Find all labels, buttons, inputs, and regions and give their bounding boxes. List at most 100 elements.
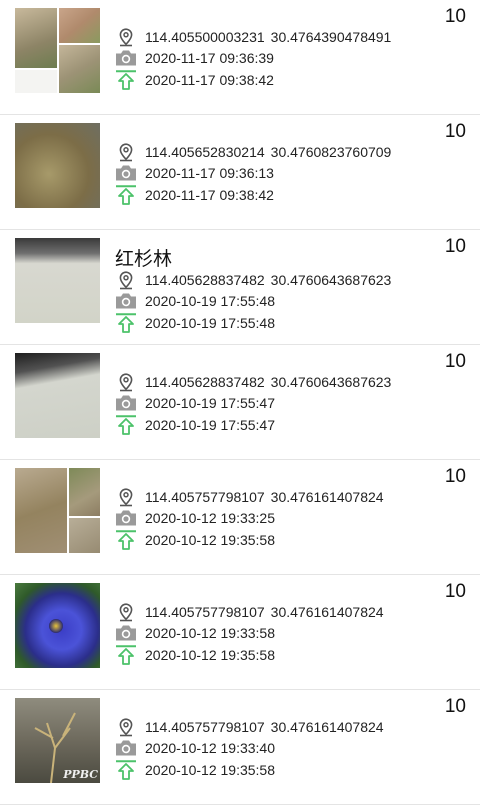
uploaded-time-line: 2020-11-17 09:38:42 [115,70,274,90]
captured-time-line: 2020-11-17 09:36:13 [115,163,274,183]
uploaded-time: 2020-11-17 09:38:42 [145,187,274,203]
captured-time-line: 2020-10-12 19:33:25 [115,508,275,528]
latitude-value: 30.476161407824 [270,719,384,735]
upload-arrow-icon [115,645,137,665]
record-count: 10 [444,121,466,142]
latitude-value: 30.476161407824 [270,489,384,505]
location-line: 114.405757798107 30.476161407824 [115,602,384,622]
record-count: 10 [444,236,466,257]
camera-icon [115,738,137,758]
collage-image [15,468,67,553]
record-thumbnail[interactable] [15,238,100,323]
location-pin-icon [115,717,137,737]
location-line: 114.405757798107 30.476161407824 [115,717,384,737]
watermark-text: PPBC [63,768,98,781]
uploaded-time-line: 2020-10-19 17:55:47 [115,415,275,435]
collage-image [59,45,100,93]
record-thumbnail[interactable] [15,8,100,93]
record-item[interactable]: 10 114.405652830214 30.4760823760709 202… [0,115,480,230]
location-pin-icon [115,487,137,507]
location-pin-icon [115,372,137,392]
captured-time: 2020-10-19 17:55:48 [145,293,275,309]
upload-arrow-icon [115,760,137,780]
captured-time-line: 2020-11-17 09:36:39 [115,48,274,68]
captured-time-line: 2020-10-19 17:55:47 [115,393,275,413]
record-count: 10 [444,351,466,372]
camera-icon [115,291,137,311]
location-pin-icon [115,602,137,622]
uploaded-time: 2020-10-19 17:55:48 [145,315,275,331]
record-thumbnail[interactable] [15,468,100,553]
upload-arrow-icon [115,530,137,550]
captured-time: 2020-11-17 09:36:13 [145,165,274,181]
captured-time: 2020-10-19 17:55:47 [145,395,275,411]
latitude-value: 30.4760643687623 [270,272,392,288]
record-item[interactable]: 10 114.405628837482 30.4760643687623 202… [0,345,480,460]
captured-time: 2020-10-12 19:33:25 [145,510,275,526]
location-line: 114.405628837482 30.4760643687623 [115,372,391,392]
upload-arrow-icon [115,313,137,333]
record-thumbnail[interactable]: PPBC [15,698,100,783]
location-pin-icon [115,142,137,162]
collage-image [69,468,100,516]
captured-time: 2020-10-12 19:33:58 [145,625,275,641]
record-title: 红杉林 [115,249,173,270]
location-pin-icon [115,270,137,290]
uploaded-time: 2020-11-17 09:38:42 [145,72,274,88]
uploaded-time-line: 2020-10-19 17:55:48 [115,313,275,333]
camera-icon [115,623,137,643]
latitude-value: 30.4764390478491 [270,29,392,45]
upload-arrow-icon [115,415,137,435]
camera-icon [115,48,137,68]
longitude-value: 114.405757798107 [145,604,265,620]
uploaded-time: 2020-10-12 19:35:58 [145,762,275,778]
upload-arrow-icon [115,70,137,90]
location-line: 114.405757798107 30.476161407824 [115,487,384,507]
record-count: 10 [444,696,466,717]
uploaded-time: 2020-10-19 17:55:47 [145,417,275,433]
record-thumbnail[interactable] [15,583,100,668]
longitude-value: 114.405757798107 [145,489,265,505]
record-count: 10 [444,6,466,27]
captured-time-line: 2020-10-12 19:33:40 [115,738,275,758]
record-item[interactable]: 10 红杉林 114.405628837482 30.4760643687623 [0,230,480,345]
latitude-value: 30.4760643687623 [270,374,392,390]
collage-image [69,518,100,553]
record-list: 10 114.405500003231 30.4764390478491 202… [0,0,480,805]
longitude-value: 114.405500003231 [145,29,265,45]
collage-image [59,8,100,43]
camera-icon [115,163,137,183]
uploaded-time: 2020-10-12 19:35:58 [145,532,275,548]
record-thumbnail[interactable] [15,123,100,208]
captured-time: 2020-11-17 09:36:39 [145,50,274,66]
longitude-value: 114.405757798107 [145,719,265,735]
collage-image [15,8,57,68]
longitude-value: 114.405652830214 [145,144,265,160]
uploaded-time-line: 2020-10-12 19:35:58 [115,645,275,665]
record-item[interactable]: PPBC 10 114.405757798107 30.476161407824 [0,690,480,805]
longitude-value: 114.405628837482 [145,374,265,390]
camera-icon [115,508,137,528]
uploaded-time-line: 2020-11-17 09:38:42 [115,185,274,205]
record-count: 10 [444,466,466,487]
camera-icon [115,393,137,413]
location-line: 114.405628837482 30.4760643687623 [115,270,391,290]
record-count: 10 [444,581,466,602]
record-item[interactable]: 10 114.405757798107 30.476161407824 2020… [0,460,480,575]
record-item[interactable]: 10 114.405500003231 30.4764390478491 202… [0,0,480,115]
uploaded-time: 2020-10-12 19:35:58 [145,647,275,663]
upload-arrow-icon [115,185,137,205]
uploaded-time-line: 2020-10-12 19:35:58 [115,760,275,780]
captured-time-line: 2020-10-19 17:55:48 [115,291,275,311]
location-pin-icon [115,27,137,47]
latitude-value: 30.476161407824 [270,604,384,620]
location-line: 114.405500003231 30.4764390478491 [115,27,391,47]
record-item[interactable]: 10 114.405757798107 30.476161407824 2020… [0,575,480,690]
record-thumbnail[interactable] [15,353,100,438]
location-line: 114.405652830214 30.4760823760709 [115,142,391,162]
captured-time: 2020-10-12 19:33:40 [145,740,275,756]
longitude-value: 114.405628837482 [145,272,265,288]
captured-time-line: 2020-10-12 19:33:58 [115,623,275,643]
latitude-value: 30.4760823760709 [270,144,392,160]
uploaded-time-line: 2020-10-12 19:35:58 [115,530,275,550]
